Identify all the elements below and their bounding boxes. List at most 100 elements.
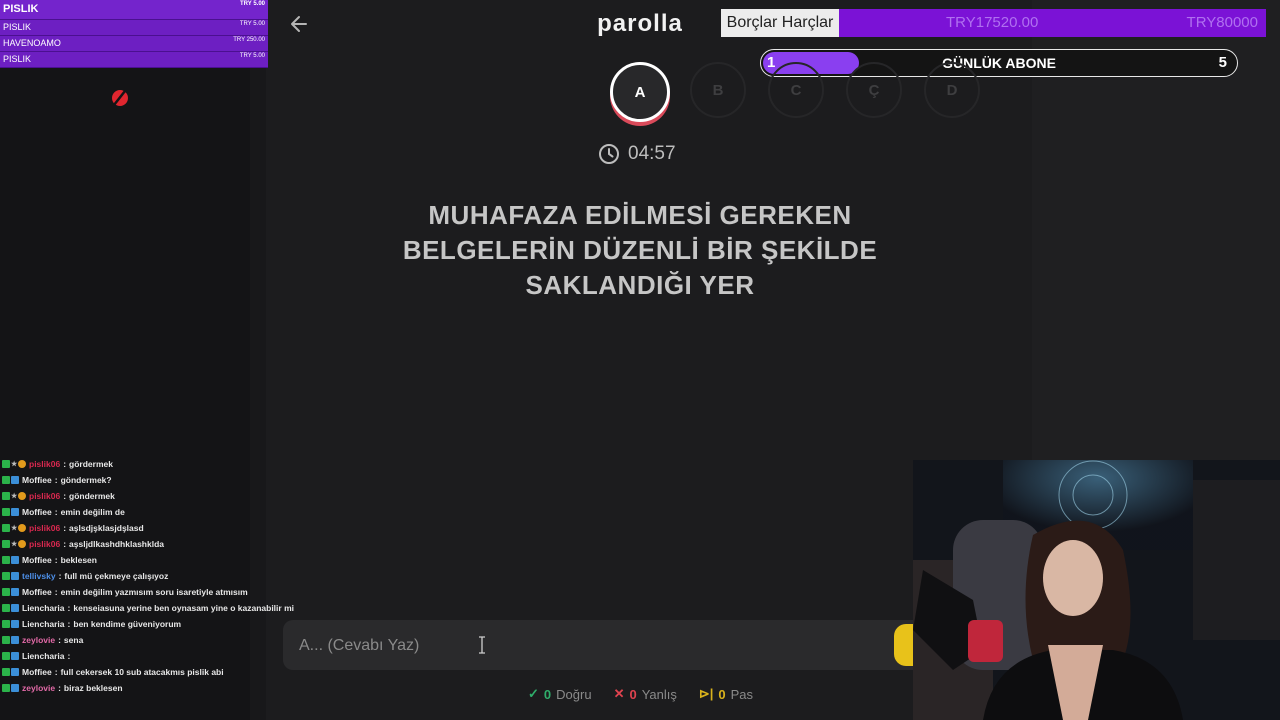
chat-text: biraz beklesen — [63, 683, 123, 693]
timer: 04:57 — [598, 142, 676, 166]
chat-username[interactable]: Moffiee — [22, 555, 52, 565]
chat-text: emin değilim de — [60, 507, 125, 517]
chat-separator: : — [58, 635, 61, 645]
chat-message: ★ pislik06: aşlsdjşklasjdşlasd — [2, 520, 302, 536]
gift-badge-icon — [11, 652, 19, 660]
donation-name: PISLIK — [3, 22, 32, 32]
chat-username[interactable]: pislik06 — [29, 459, 60, 469]
chat-username[interactable]: pislik06 — [29, 523, 60, 533]
bits-badge-icon — [18, 524, 26, 532]
answer-box — [283, 620, 923, 670]
chat-message: Moffiee: full cekersek 10 sub atacakmıs p… — [2, 664, 302, 680]
gift-badge-icon — [11, 556, 19, 564]
subscriber-badge-icon — [2, 460, 10, 468]
chat-separator: : — [67, 651, 71, 661]
chat-separator: : — [63, 523, 67, 533]
badge-icons: ★ — [2, 460, 26, 468]
donation-list: PISLIK TRY 5.00 PISLIK TRY 5.00 HAVENOAM… — [0, 0, 268, 68]
chat-username[interactable]: Moffiee — [22, 587, 52, 597]
chat-separator: : — [54, 475, 58, 485]
chat-separator: : — [54, 507, 58, 517]
chat-message: ★ pislik06: gördermek — [2, 456, 302, 472]
webcam-image — [913, 460, 1280, 720]
subscriber-badge-icon — [2, 572, 10, 580]
donation-amount: TRY 5.00 — [239, 1, 265, 7]
subscriber-badge-icon — [2, 668, 10, 676]
bits-badge-icon — [18, 460, 26, 468]
chat-username[interactable]: Moffiee — [22, 667, 52, 677]
chat-message: zeylovie: biraz beklesen — [2, 680, 302, 696]
badge-icons — [2, 636, 19, 644]
chat-username[interactable]: pislik06 — [29, 491, 60, 501]
subscriber-badge-icon — [2, 540, 10, 548]
chat-username[interactable]: tellivsky — [22, 571, 56, 581]
chat-message: Moffiee: emin değilim de — [2, 504, 302, 520]
badge-icons — [2, 684, 19, 692]
donation-item: PISLIK TRY 5.00 — [0, 0, 268, 20]
letter-circle: B — [690, 62, 746, 118]
chat-message: Liencharia: ben kendime güveniyorum — [2, 616, 302, 632]
chat-message: ★ pislik06: göndermek — [2, 488, 302, 504]
goal-label: Borçlar Harçlar — [721, 9, 839, 37]
chat-separator: : — [63, 539, 67, 549]
donation-name: PISLIK — [3, 3, 39, 15]
donation-amount: TRY 5.00 — [239, 21, 265, 27]
chat-text: gördermek — [69, 459, 113, 469]
chat-text: beklesen — [60, 555, 97, 565]
chat-text: aşsljdlkashdhklashklda — [69, 539, 164, 549]
check-icon: ✓ — [528, 686, 539, 701]
goal-current: TRY17520.00 — [946, 14, 1039, 31]
back-arrow-icon[interactable] — [288, 12, 310, 36]
wrong-count: 0 — [629, 686, 637, 702]
chat-message: Moffiee: göndermek? — [2, 472, 302, 488]
answer-input[interactable] — [297, 630, 861, 662]
badge-icons: ★ — [2, 492, 26, 500]
chat-username[interactable]: zeylovie — [22, 635, 55, 645]
star-badge-icon: ★ — [11, 461, 18, 468]
chat-log: ★ pislik06: gördermek Moffiee: göndermek? ★ pi… — [2, 456, 302, 696]
chat-separator: : — [63, 491, 67, 501]
star-badge-icon: ★ — [11, 525, 18, 532]
badge-icons — [2, 508, 19, 516]
chat-username[interactable]: Liencharia — [22, 603, 65, 613]
chat-message: Moffiee: beklesen — [2, 552, 302, 568]
chat-text: sena — [63, 635, 84, 645]
score-stats: ✓ 0 Doğru ✕ 0 Yanlış ⊳| 0 Pas — [528, 686, 753, 702]
chat-username[interactable]: Moffiee — [22, 475, 52, 485]
donation-item: PISLIK TRY 5.00 — [0, 20, 268, 36]
chat-message: Liencharia: — [2, 648, 302, 664]
subscriber-badge-icon — [2, 556, 10, 564]
timer-value: 04:57 — [628, 143, 676, 164]
chat-separator: : — [63, 459, 67, 469]
donation-goal-bar: Borçlar Harçlar TRY17520.00 TRY80000 — [721, 9, 1266, 37]
chat-username[interactable]: Liencharia — [22, 619, 65, 629]
subscriber-badge-icon — [2, 524, 10, 532]
star-badge-icon: ★ — [11, 541, 18, 548]
donation-name: HAVENOAMO — [3, 38, 61, 48]
gift-badge-icon — [11, 572, 19, 580]
donation-amount: TRY 5.00 — [239, 53, 265, 59]
gift-badge-icon — [11, 508, 19, 516]
chat-username[interactable]: Moffiee — [22, 507, 52, 517]
badge-icons — [2, 476, 19, 484]
chat-username[interactable]: zeylovie — [22, 683, 55, 693]
chat-text: full cekersek 10 sub atacakmıs pislik ab… — [60, 667, 224, 677]
chat-username[interactable]: Liencharia — [22, 651, 65, 661]
chat-separator: : — [54, 555, 58, 565]
chat-text: full mü çekmeye çalışıyoz — [64, 571, 169, 581]
chat-text: göndermek? — [60, 475, 112, 485]
chat-text: ben kendime güveniyorum — [73, 619, 182, 629]
subscriber-badge-icon — [2, 652, 10, 660]
subscriber-badge-icon — [2, 684, 10, 692]
chat-username[interactable]: pislik06 — [29, 539, 60, 549]
letter-circle: D — [924, 62, 980, 118]
subscriber-badge-icon — [2, 476, 10, 484]
badge-icons — [2, 668, 19, 676]
chat-separator: : — [67, 619, 71, 629]
bits-badge-icon — [18, 540, 26, 548]
badge-icons — [2, 572, 19, 580]
subscriber-badge-icon — [2, 620, 10, 628]
chat-text: kenseiasuna yerine ben oynasam yine o ka… — [73, 603, 294, 613]
chat-separator: : — [58, 683, 61, 693]
donation-item: PISLIK TRY 5.00 — [0, 52, 268, 68]
